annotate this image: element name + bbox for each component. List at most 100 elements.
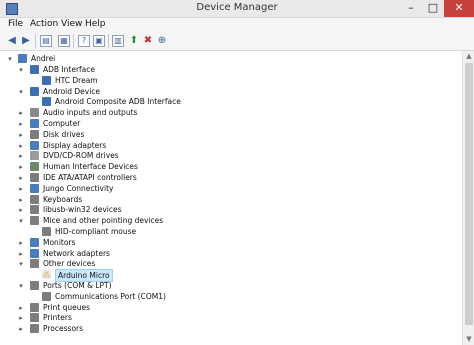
forward-icon[interactable]: ▶: [20, 35, 32, 47]
expand-arrow-icon[interactable]: ▸: [17, 173, 25, 183]
minimize-button[interactable]: –: [400, 0, 422, 17]
collapse-arrow-icon[interactable]: ▾: [17, 216, 25, 226]
expand-arrow-icon[interactable]: ▸: [17, 108, 25, 118]
tree-category[interactable]: ▾ Other devices: [0, 258, 440, 269]
expand-arrow-icon[interactable]: ▸: [17, 303, 25, 313]
collapse-arrow-icon[interactable]: ▾: [17, 87, 25, 97]
tree-item-label: Audio inputs and outputs: [43, 108, 138, 118]
menu-view[interactable]: View: [61, 19, 82, 29]
scroll-down-button[interactable]: ▼: [463, 334, 474, 345]
tree-item-label: libusb-win32 devices: [43, 205, 122, 215]
uninstall-icon[interactable]: ✖: [142, 35, 154, 47]
tree-category[interactable]: ▾ Android Device: [0, 86, 440, 97]
back-icon[interactable]: ◀: [6, 35, 18, 47]
disable-icon[interactable]: ⊕: [156, 35, 168, 47]
expand-arrow-icon[interactable]: ▸: [17, 141, 25, 151]
vertical-scrollbar[interactable]: ▲ ▼: [462, 51, 474, 345]
tree-category[interactable]: ▸ Display adapters: [0, 140, 440, 151]
tree-item-label: Processors: [43, 324, 84, 334]
view-icon[interactable]: ▣: [93, 35, 105, 47]
tree-category[interactable]: ▾ Mice and other pointing devices: [0, 215, 440, 226]
menu-action[interactable]: Action: [30, 19, 58, 29]
maximize-button[interactable]: □: [422, 0, 444, 17]
tree-device[interactable]: ⚠ Arduino Micro: [0, 269, 440, 283]
tree-category[interactable]: ▾ Ports (COM & LPT): [0, 280, 440, 291]
tree-item-label: IDE ATA/ATAPI controllers: [43, 173, 137, 182]
tree-category[interactable]: ▾ ADB Interface: [0, 64, 440, 75]
tree-device[interactable]: HTC Dream: [0, 75, 440, 86]
tree-category[interactable]: ▸ Computer: [0, 118, 440, 129]
tree-item-label: Other devices: [43, 259, 96, 269]
tree-category[interactable]: ▸ Human Interface Devices: [0, 161, 440, 172]
tree-category[interactable]: ▸ DVD/CD-ROM drives: [0, 150, 440, 161]
show-hidden-icon[interactable]: ▦: [58, 35, 70, 47]
toolbar-separator: [73, 34, 74, 48]
tree-item-label: Display adapters: [43, 140, 107, 150]
disk-icon: [30, 129, 39, 139]
tree-category[interactable]: ▸ Printers: [0, 312, 440, 323]
ide-icon: [30, 173, 39, 182]
menu-file[interactable]: File: [8, 19, 23, 29]
speaker-icon: [30, 108, 39, 118]
expand-arrow-icon[interactable]: ▸: [17, 238, 25, 248]
printer-icon: [30, 313, 39, 323]
tree-category[interactable]: ▸ Jungo Connectivity: [0, 183, 440, 194]
warning-icon: ⚠: [42, 270, 51, 280]
update-driver-icon[interactable]: ▥: [112, 35, 124, 47]
hid-icon: [30, 162, 39, 172]
tree-device[interactable]: Communications Port (COM1): [0, 291, 440, 302]
tree-category[interactable]: ▸ Audio inputs and outputs: [0, 107, 440, 118]
help-icon[interactable]: ?: [78, 35, 90, 47]
tree-item-label: Android Composite ADB Interface: [55, 97, 181, 107]
tree-item-label: Keyboards: [43, 194, 83, 204]
title-bar[interactable]: Device Manager – □ ✕: [0, 0, 474, 18]
tree-item-label: Network adapters: [43, 248, 110, 258]
collapse-arrow-icon[interactable]: ▾: [17, 65, 25, 75]
tree-category[interactable]: ▸ Network adapters: [0, 248, 440, 259]
monitor-icon: [30, 237, 39, 247]
display-icon: [30, 140, 39, 150]
expand-arrow-icon[interactable]: ▸: [17, 130, 25, 140]
tree-category[interactable]: ▸ Monitors: [0, 237, 440, 248]
collapse-arrow-icon[interactable]: ▾: [6, 54, 14, 64]
tree-device[interactable]: Android Composite ADB Interface: [0, 96, 440, 107]
collapse-arrow-icon[interactable]: ▾: [17, 281, 25, 291]
expand-arrow-icon[interactable]: ▸: [17, 324, 25, 334]
printer-icon: [30, 302, 39, 312]
tree-category[interactable]: ▸ libusb-win32 devices: [0, 204, 440, 215]
tree-category[interactable]: ▸ Print queues: [0, 302, 440, 313]
close-button[interactable]: ✕: [444, 0, 474, 17]
tree-item-label: Android Device: [43, 86, 101, 96]
expand-arrow-icon[interactable]: ▸: [17, 313, 25, 323]
menu-bar: File Action View Help: [0, 18, 474, 32]
mouse-icon: [30, 216, 39, 226]
collapse-arrow-icon[interactable]: ▾: [17, 259, 25, 269]
expand-arrow-icon[interactable]: ▸: [17, 162, 25, 172]
device-tree[interactable]: ▾ Andrei ▾ ADB Interface HTC Dream ▾ Android…: [0, 51, 462, 345]
computer-icon: [30, 119, 39, 128]
scroll-thumb[interactable]: [465, 63, 473, 325]
tree-item-label: ADB Interface: [43, 65, 96, 74]
expand-arrow-icon[interactable]: ▸: [17, 119, 25, 129]
tree-item-label: Computer: [43, 119, 81, 128]
tree-item-label: Mice and other pointing devices: [43, 216, 164, 226]
scan-hardware-icon[interactable]: ⬆: [128, 35, 140, 47]
tree-category[interactable]: ▸ Processors: [0, 323, 440, 334]
menu-help[interactable]: Help: [85, 19, 106, 29]
tree-item-label: Printers: [43, 313, 72, 323]
tree-category[interactable]: ▸ Disk drives: [0, 129, 440, 140]
expand-arrow-icon[interactable]: ▸: [17, 151, 25, 161]
expand-arrow-icon[interactable]: ▸: [17, 195, 25, 205]
tree-category[interactable]: ▸ Keyboards: [0, 194, 440, 205]
expand-arrow-icon[interactable]: ▸: [17, 205, 25, 215]
expand-arrow-icon[interactable]: ▸: [17, 249, 25, 259]
tree-root[interactable]: ▾ Andrei: [0, 53, 200, 64]
tree-item-label: Ports (COM & LPT): [43, 281, 112, 290]
processor-icon: [30, 324, 39, 334]
scroll-up-button[interactable]: ▲: [463, 51, 474, 62]
tree-device[interactable]: HID-compliant mouse: [0, 226, 440, 237]
tree-category[interactable]: ▸ IDE ATA/ATAPI controllers: [0, 172, 440, 183]
expand-arrow-icon[interactable]: ▸: [17, 184, 25, 194]
usb-icon: [30, 205, 39, 215]
properties-icon[interactable]: ▤: [40, 35, 52, 47]
